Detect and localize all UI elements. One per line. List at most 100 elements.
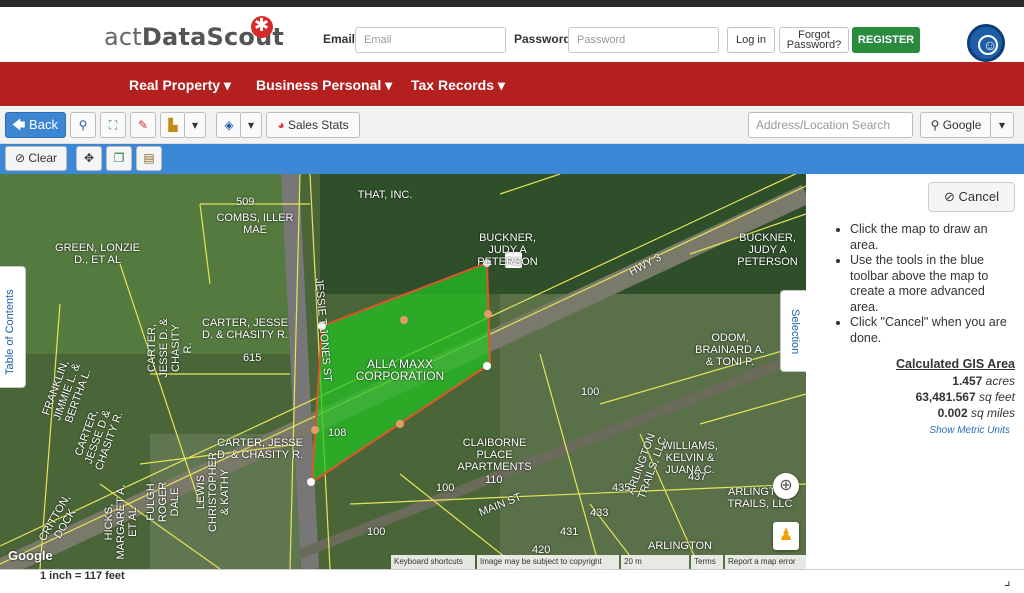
nav-tax-records[interactable]: Tax Records ▾ (411, 77, 505, 94)
compass-icon[interactable]: ⊕ (773, 473, 799, 499)
copyright-notice: Image may be subject to copyright (477, 555, 619, 569)
instruction-item: Click "Cancel" when you are done. (850, 315, 1014, 346)
pan-icon[interactable]: ✥ (76, 146, 102, 171)
parcel-label: 615 (243, 352, 262, 364)
email-field[interactable]: Email (355, 27, 506, 53)
table-of-contents-tab[interactable]: Table of Contents (0, 266, 26, 388)
search-icon: ⚲ (930, 118, 940, 132)
parcel-label: 108 (328, 427, 347, 439)
parcel-label: 433 (590, 507, 609, 519)
logo-prefix: act (104, 23, 142, 51)
forgot-line2: Password? (786, 39, 842, 51)
parcel-label: THAT, INC. (357, 189, 413, 201)
scale-text: 1 inch = 117 feet (40, 570, 125, 582)
layers-dropdown[interactable]: ▾ (240, 112, 262, 138)
parcel-label: ODOM, BRAINARD A. & TONI P. (695, 332, 765, 368)
copy-icon[interactable]: ❐ (106, 146, 132, 171)
parcel-label: GREEN, LONZIE D., ET AL (55, 242, 140, 266)
acres-value: 1.457 (952, 374, 983, 388)
show-metric-link[interactable]: Show Metric Units (929, 425, 1010, 436)
eraser-icon[interactable]: ✎ (130, 112, 156, 138)
sqmi-unit: sq miles (970, 406, 1015, 420)
nav-business-personal[interactable]: Business Personal ▾ (256, 77, 392, 94)
layers-icon[interactable]: ◈ (216, 112, 242, 138)
measure-dropdown[interactable]: ▾ (184, 112, 206, 138)
parcel-label: LEWIS CHRISTOPHER & KATHY (195, 452, 231, 532)
scale-footer: 1 inch = 117 feet ⌟ (0, 569, 1024, 593)
instruction-item: Click the map to draw an area. (850, 222, 1014, 253)
calculated-area-title: Calculated GIS Area (895, 357, 1015, 371)
paste-icon[interactable]: ▤ (136, 146, 162, 171)
resize-handle-icon[interactable]: ⌟ (1004, 572, 1011, 589)
street-label: ARLINGTON (648, 540, 712, 552)
login-button[interactable]: Log in (727, 27, 775, 53)
register-button[interactable]: REGISTER (852, 27, 920, 53)
back-label: Back (29, 117, 58, 132)
nav-label: Business Personal (256, 77, 382, 93)
selection-toolbar: ⊘ Clear ✥ ❐ ▤ (0, 144, 1024, 174)
google-logo: Google (8, 548, 53, 563)
search-provider-button[interactable]: ⚲ Google (920, 112, 992, 138)
provider-label: Google (942, 118, 982, 132)
logo-star-icon (251, 15, 273, 38)
sqmi-row: 0.002 sq miles (938, 406, 1015, 420)
back-button[interactable]: 🡄 Back (5, 112, 66, 138)
location-pin-icon[interactable]: ⚲ (70, 112, 96, 138)
keyboard-shortcuts-link[interactable]: Keyboard shortcuts (391, 555, 475, 569)
parcel-label: 437 (688, 471, 707, 483)
report-map-error-link[interactable]: Report a map error (725, 555, 806, 569)
sales-stats-button[interactable]: ◕ Sales Stats (266, 112, 360, 138)
parcel-label: BUCKNER, JUDY A PETERSON (737, 232, 798, 268)
map-scale: 20 m (621, 555, 689, 569)
measure-icon[interactable]: ▙ (160, 112, 186, 138)
clear-button[interactable]: ⊘ Clear (5, 146, 67, 171)
cancel-button[interactable]: ⊘ Cancel (928, 182, 1015, 212)
instructions-list: Click the map to draw an area. Use the t… (834, 222, 1014, 346)
map-view[interactable]: 509 COMBS, ILLER MAE THAT, INC. GREEN, L… (0, 174, 806, 569)
parcel-label: 509 (236, 196, 255, 208)
nav-real-property[interactable]: Real Property ▾ (129, 77, 231, 94)
toc-label: Table of Contents (4, 289, 16, 375)
password-label: Password (514, 32, 571, 46)
parcel-label: 431 (560, 526, 579, 538)
fullscreen-icon[interactable]: ⛶ (100, 112, 126, 138)
pie-chart-icon: ◕ (277, 118, 285, 132)
cancel-icon: ⊘ (944, 189, 955, 204)
selection-label: Selection (789, 309, 801, 355)
clear-icon: ⊘ (14, 151, 26, 165)
forgot-password-button[interactable]: Forgot Password? (779, 27, 849, 53)
parcel-label: ALLA MAXX CORPORATION (355, 357, 445, 383)
sqmi-value: 0.002 (937, 406, 968, 420)
sales-stats-label: Sales Stats (287, 118, 349, 132)
clear-label: Clear (28, 151, 58, 165)
sqft-value: 63,481.567 (915, 390, 976, 404)
parcel-label: 100 (367, 526, 386, 538)
nav-label: Real Property (129, 77, 221, 93)
acres-row: 1.457 acres (952, 374, 1015, 388)
sqft-unit: sq feet (978, 390, 1015, 404)
acres-unit: acres (985, 374, 1015, 388)
instruction-item: Use the tools in the blue toolbar above … (850, 253, 1014, 315)
parcel-label: CARTER, JESSE D. & CHASITY R. (202, 317, 288, 341)
accessibility-icon[interactable]: ☺ (967, 24, 1005, 62)
cancel-label: Cancel (958, 189, 999, 204)
nav-label: Tax Records (411, 77, 494, 93)
parcel-label: FULGH ROGER DALE (145, 481, 181, 523)
address-search-input[interactable]: Address/Location Search (748, 112, 913, 138)
provider-dropdown[interactable]: ▾ (990, 112, 1014, 138)
parcel-label: BUCKNER, JUDY A PETERSON (477, 232, 538, 268)
password-field[interactable]: Password (568, 27, 719, 53)
selection-tab[interactable]: Selection (780, 290, 806, 372)
parcel-label: 110 (485, 474, 503, 486)
selection-panel: ⊘ Cancel Click the map to draw an area. … (806, 174, 1024, 569)
email-label: Email (323, 32, 356, 46)
sqft-row: 63,481.567 sq feet (916, 390, 1015, 404)
main-nav: Real Property ▾ Business Personal ▾ Tax … (0, 62, 1024, 106)
header: actDataScout Email Email Password Passwo… (0, 7, 1024, 62)
pegman-icon[interactable]: ♟ (773, 522, 799, 550)
parcel-label: 100 (436, 482, 455, 494)
parcel-label: COMBS, ILLER MAE (216, 212, 294, 236)
top-strip (0, 0, 1024, 7)
terms-link[interactable]: Terms (691, 555, 723, 569)
map-toolbar: 🡄 Back ⚲ ⛶ ✎ ▙ ▾ ◈ ▾ ◕ Sales Stats Addre… (0, 107, 1024, 144)
